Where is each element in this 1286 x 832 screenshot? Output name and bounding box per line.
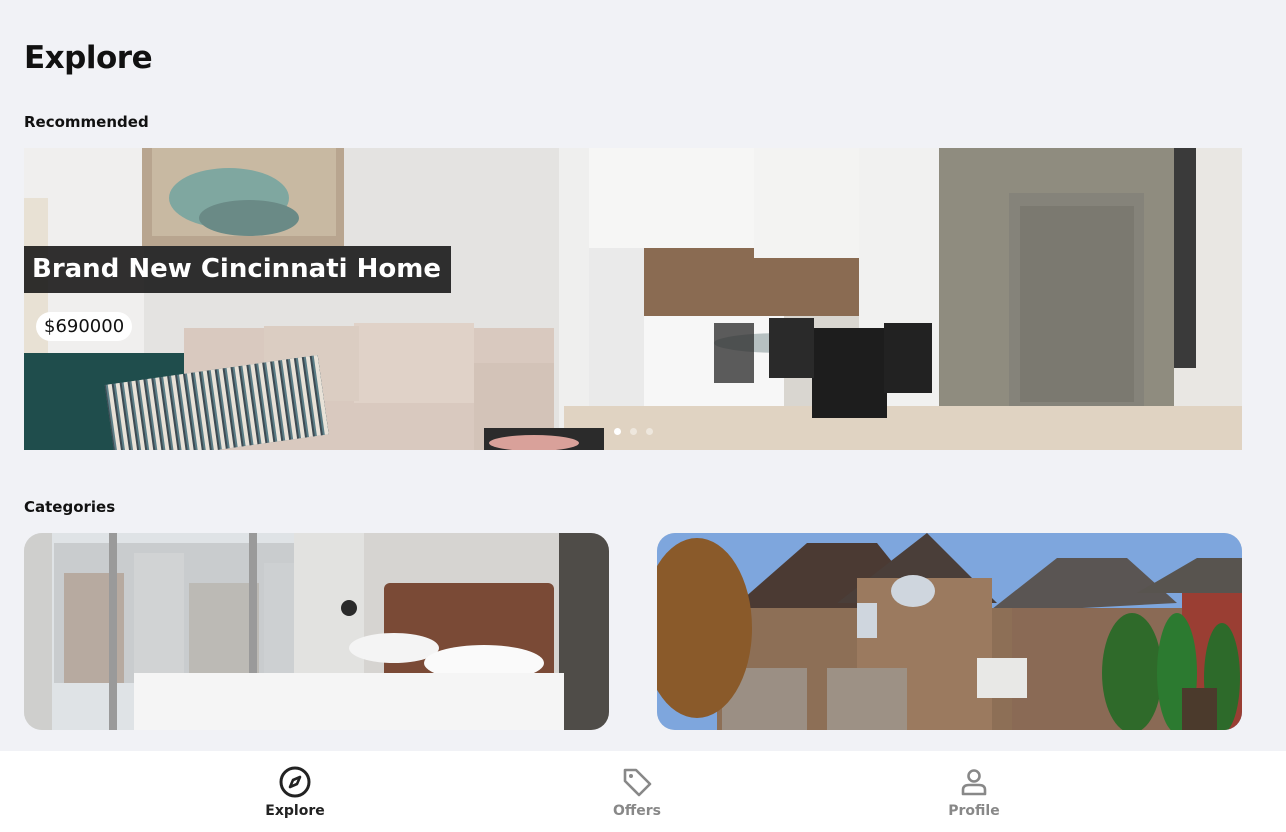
- bottom-navigation: Explore Offers Profile: [0, 751, 1286, 832]
- nav-label-explore: Explore: [265, 803, 325, 819]
- carousel-dot-3[interactable]: [646, 428, 653, 435]
- nav-label-profile: Profile: [948, 803, 1000, 819]
- recommended-heading: Recommended: [24, 113, 149, 131]
- carousel-dot-1[interactable]: [614, 428, 621, 435]
- category-card-house[interactable]: [657, 533, 1242, 730]
- house-exterior-photo: [657, 533, 1242, 730]
- nav-item-profile[interactable]: Profile: [914, 765, 1034, 819]
- featured-listing-image: [24, 148, 1242, 450]
- categories-heading: Categories: [24, 498, 116, 516]
- nav-item-offers[interactable]: Offers: [577, 765, 697, 819]
- nav-label-offers: Offers: [613, 803, 661, 819]
- apartment-bedroom-photo: [24, 533, 609, 730]
- tag-icon: [623, 768, 652, 797]
- person-icon: [961, 769, 987, 796]
- featured-listing-price: $690000: [36, 312, 133, 341]
- recommended-carousel[interactable]: Brand New Cincinnati Home $690000: [24, 148, 1242, 450]
- page-title: Explore: [24, 40, 153, 76]
- nav-item-explore[interactable]: Explore: [235, 765, 355, 819]
- carousel-indicators: [614, 428, 653, 435]
- category-card-apartment[interactable]: [24, 533, 609, 730]
- compass-icon: [279, 766, 311, 798]
- carousel-dot-2[interactable]: [630, 428, 637, 435]
- featured-listing-title[interactable]: Brand New Cincinnati Home: [24, 246, 451, 293]
